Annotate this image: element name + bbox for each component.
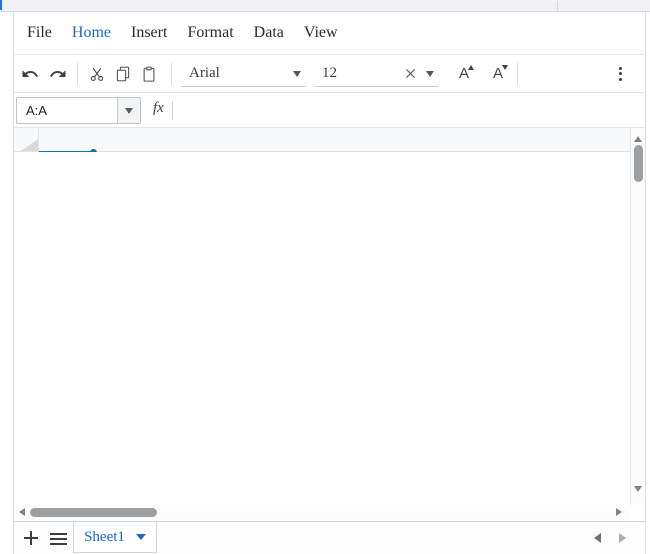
- horizontal-scrollbar-thumb[interactable]: [30, 508, 157, 517]
- select-all-corner[interactable]: [14, 128, 39, 151]
- sheet-tab-sheet1[interactable]: Sheet1: [73, 522, 157, 553]
- kebab-dot: [618, 66, 622, 70]
- next-sheet-icon[interactable]: [619, 533, 626, 543]
- font-size-select[interactable]: 12: [314, 61, 439, 87]
- cut-button[interactable]: [84, 61, 110, 87]
- chevron-down-icon: [293, 70, 301, 77]
- formula-input[interactable]: [176, 97, 636, 124]
- decrease-font-size-button[interactable]: A: [485, 61, 511, 87]
- menu-file[interactable]: File: [17, 24, 62, 42]
- caret-down-icon: [502, 64, 508, 70]
- fx-icon: fx: [153, 100, 164, 116]
- sheet-list-button[interactable]: [47, 528, 69, 550]
- kebab-dot: [618, 72, 622, 75]
- vertical-scrollbar-thumb[interactable]: [634, 145, 643, 182]
- screen: File Home Insert Format Data View Arial …: [0, 0, 650, 554]
- overflow-menu-button[interactable]: [607, 66, 633, 81]
- increase-font-size-button[interactable]: A: [451, 61, 477, 87]
- spreadsheet-canvas[interactable]: [14, 152, 630, 505]
- text-cursor-mark: [0, 0, 2, 10]
- chevron-down-icon: [426, 70, 434, 77]
- toolbar-separator: [517, 62, 518, 85]
- horizontal-scrollbar[interactable]: [14, 505, 630, 521]
- menu-home[interactable]: Home: [62, 24, 121, 42]
- spreadsheet-app-window: File Home Insert Format Data View Arial …: [13, 12, 646, 554]
- hamburger-icon: [49, 537, 67, 541]
- sheet-tab-label: Sheet1: [84, 528, 125, 545]
- scroll-left-icon[interactable]: [19, 508, 25, 516]
- vertical-scrollbar[interactable]: [630, 128, 645, 505]
- prev-sheet-icon[interactable]: [594, 533, 601, 543]
- scroll-down-icon[interactable]: [634, 486, 642, 492]
- name-box-dropdown-button[interactable]: [117, 98, 140, 123]
- copy-button[interactable]: [110, 61, 136, 87]
- name-box[interactable]: A:A: [16, 97, 141, 124]
- cut-icon: [88, 65, 106, 83]
- menu-bar: File Home Insert Format Data View: [14, 12, 645, 55]
- sheet-tab-bar: Sheet1: [14, 521, 645, 554]
- select-all-triangle-icon: [21, 139, 38, 151]
- formula-divider: [172, 101, 173, 120]
- toolbar-separator: [171, 62, 172, 85]
- scroll-right-icon[interactable]: [616, 508, 622, 516]
- redo-button[interactable]: [45, 61, 71, 87]
- strip-divider: [557, 1, 558, 11]
- toolbar: Arial 12 A A: [14, 55, 645, 93]
- clear-font-size-icon[interactable]: [404, 67, 417, 80]
- paste-button[interactable]: [136, 61, 162, 87]
- font-family-value: Arial: [189, 64, 220, 81]
- scroll-up-icon[interactable]: [634, 136, 642, 142]
- menu-data[interactable]: Data: [244, 24, 294, 42]
- undo-icon: [21, 65, 39, 83]
- menu-insert[interactable]: Insert: [121, 24, 177, 42]
- menu-view[interactable]: View: [294, 24, 348, 42]
- name-box-value: A:A: [26, 103, 47, 118]
- formula-bar: A:A fx: [14, 93, 645, 128]
- font-size-value: 12: [322, 64, 337, 81]
- font-family-select[interactable]: Arial: [181, 61, 306, 87]
- paste-icon: [140, 65, 158, 83]
- chevron-down-icon: [125, 107, 133, 114]
- redo-icon: [49, 65, 67, 83]
- caret-up-icon: [468, 64, 474, 70]
- chevron-down-icon: [135, 534, 146, 540]
- browser-top-strip: [0, 0, 650, 12]
- spreadsheet-grid: [14, 128, 645, 521]
- hamburger-icon: [49, 532, 67, 536]
- kebab-dot: [618, 77, 622, 81]
- hamburger-icon: [49, 542, 67, 546]
- undo-button[interactable]: [17, 61, 43, 87]
- plus-icon: [30, 531, 32, 545]
- menu-format[interactable]: Format: [177, 24, 243, 42]
- copy-icon: [114, 65, 132, 83]
- add-sheet-button[interactable]: [20, 527, 42, 549]
- column-header-row[interactable]: [14, 128, 630, 152]
- toolbar-separator: [77, 62, 78, 85]
